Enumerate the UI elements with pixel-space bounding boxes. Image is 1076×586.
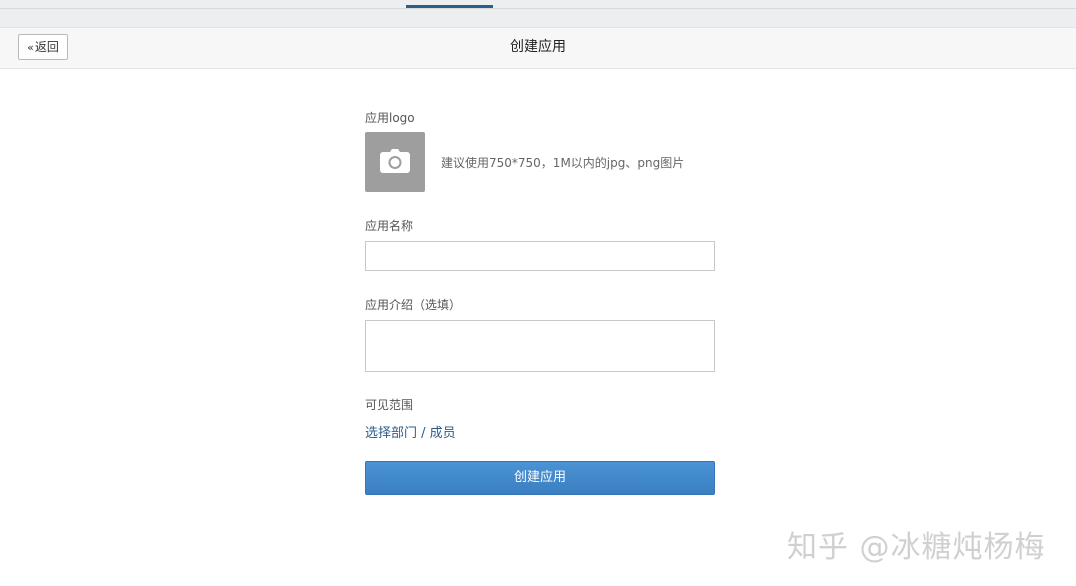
logo-upload-button[interactable] [365,132,425,192]
logo-upload-hint: 建议使用750*750，1M以内的jpg、png图片 [441,156,685,170]
page-title: 创建应用 [510,39,566,55]
back-button-label: 返回 [34,40,59,54]
app-name-label: 应用名称 [365,219,414,233]
top-tab-strip [0,0,1076,28]
logo-label: 应用logo [365,111,415,125]
double-chevron-left-icon: « [27,41,34,54]
visibility-label: 可见范围 [365,398,414,412]
page-header: 创建应用 «返回 [0,28,1076,69]
tab-divider [0,8,1076,9]
select-departments-members-link[interactable]: 选择部门 / 成员 [365,422,456,441]
logo-upload-row: 建议使用750*750，1M以内的jpg、png图片 [365,132,715,192]
back-button[interactable]: «返回 [18,34,68,60]
camera-icon [380,149,410,173]
create-app-form: 应用logo 建议使用750*750，1M以内的jpg、png图片 应用名称 应… [365,110,715,495]
active-tab-indicator [406,5,493,8]
watermark: 知乎 @冰糖炖杨梅 [787,530,1046,565]
app-name-input[interactable] [365,241,715,271]
app-intro-textarea[interactable] [365,320,715,372]
create-app-button[interactable]: 创建应用 [365,461,715,495]
app-intro-label: 应用介绍（选填） [365,298,462,312]
